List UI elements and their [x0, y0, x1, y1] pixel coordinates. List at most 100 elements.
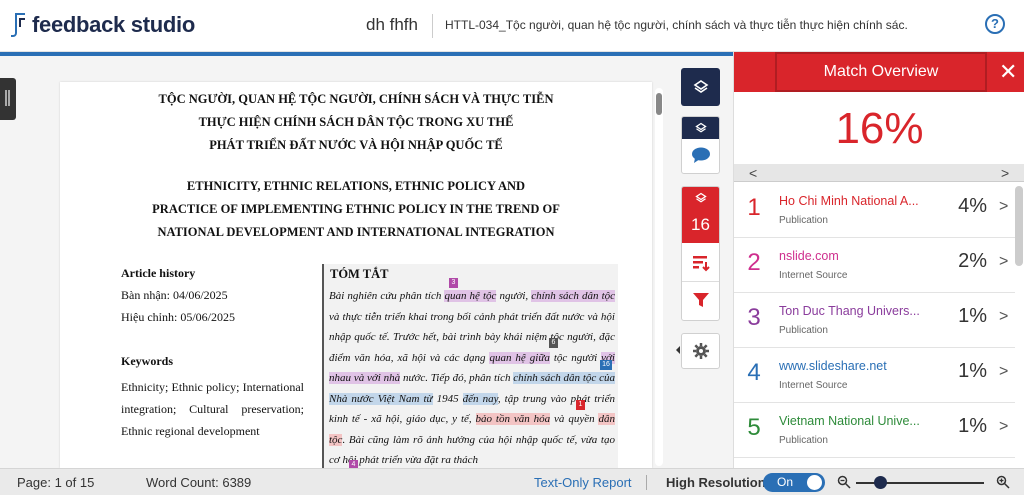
status-divider [646, 475, 647, 490]
match-item[interactable]: 2 nslide.com Internet Source 2% > [734, 238, 1015, 293]
match-overview-button[interactable]: Match Overview [775, 52, 987, 92]
app-name: feedback studio [32, 12, 195, 37]
title-line: TỘC NGƯỜI, QUAN HỆ TỘC NGƯỜI, CHÍNH SÁCH… [158, 92, 554, 106]
match-percent: 1% [958, 360, 987, 382]
help-icon[interactable]: ? [985, 14, 1005, 34]
highlighted-match-text[interactable]: bảo tồn văn hóa [475, 413, 551, 425]
document-title: HTTL-034_Tộc người, quan hệ tộc người, c… [445, 18, 907, 32]
english-title: ETHNICITY, ETHNIC RELATIONS, ETHNIC POLI… [60, 175, 652, 244]
panel-scrollbar[interactable] [1015, 186, 1023, 266]
match-source-name: Vietnam National Unive... [779, 414, 920, 428]
chevron-right-icon[interactable]: > [999, 198, 1008, 216]
match-percent: 1% [958, 415, 987, 437]
title-line: PHÁT TRIỂN ĐẤT NƯỚC VÀ HỘI NHẬP QUỐC TẾ [209, 138, 503, 152]
settings-tool-button[interactable] [681, 333, 720, 369]
highlighted-match-text[interactable]: quan hệ giữa [489, 351, 550, 364]
word-count: Word Count: 6389 [146, 475, 252, 490]
abstract-segment: Bài nghiên cứu phân tích [329, 290, 445, 302]
chevron-right-icon[interactable]: > [999, 253, 1008, 271]
layers-icon [693, 80, 708, 93]
chevron-right-icon[interactable]: > [999, 308, 1008, 326]
zoom-out-icon[interactable] [837, 475, 851, 489]
toggle-label: On [777, 475, 794, 489]
title-line: THỰC HIỆN CHÍNH SÁCH DÂN TỘC TRONG XU TH… [198, 115, 514, 129]
overall-similarity: 16% [835, 104, 924, 153]
title-line: NATIONAL DEVELOPMENT AND INTERNATIONAL I… [157, 225, 555, 239]
side-panel-toggle[interactable] [0, 78, 16, 120]
match-overview-panel: Match Overview ✕ 16% < > 1 Ho Chi Minh N… [733, 52, 1024, 468]
grip-icon [5, 90, 7, 106]
comment-icon[interactable] [691, 146, 711, 164]
chevron-right-icon[interactable]: > [999, 418, 1008, 436]
zoom-in-icon[interactable] [996, 475, 1010, 489]
match-item[interactable]: 1 Ho Chi Minh National A... Publication … [734, 183, 1015, 238]
match-source-name: nslide.com [779, 249, 839, 263]
chevron-left-icon[interactable]: < [749, 164, 757, 182]
received-date: Bàn nhận: 04/06/2025 [121, 288, 228, 302]
match-item[interactable]: 3 Ton Duc Thang Univers... Publication 1… [734, 293, 1015, 348]
match-percent: 4% [958, 195, 987, 217]
match-marker[interactable]: 3 [449, 278, 458, 288]
layers-tool-button[interactable] [681, 68, 720, 106]
feedback-layer-button[interactable] [682, 117, 719, 139]
vietnamese-title: TỘC NGƯỜI, QUAN HỆ TỘC NGƯỜI, CHÍNH SÁCH… [60, 88, 652, 157]
match-number: 1 [747, 194, 761, 221]
high-resolution-toggle[interactable]: On [763, 473, 825, 492]
revised-date: Hiệu chỉnh: 05/06/2025 [121, 310, 235, 324]
abstract-segment: tộc người [549, 351, 602, 364]
feedback-tool-group [681, 116, 720, 174]
match-source-type: Internet Source [779, 270, 848, 281]
abstract-segment: . Bài cũng làm rõ ảnh hưởng của hội nhập… [329, 433, 615, 467]
filter-icon[interactable] [692, 291, 710, 309]
match-number: 2 [747, 249, 761, 276]
abstract-segment: người, [496, 290, 532, 302]
layers-icon [694, 192, 707, 203]
toggle-knob [807, 475, 822, 490]
match-marker[interactable]: 16 [600, 360, 612, 370]
close-icon[interactable]: ✕ [999, 60, 1017, 84]
chevron-right-icon[interactable]: > [999, 363, 1008, 381]
caret-icon [676, 346, 680, 354]
match-count: 16 [691, 215, 710, 234]
scroll-thumb[interactable] [656, 93, 662, 115]
match-marker[interactable]: 4 [349, 460, 358, 468]
similarity-layer-button[interactable]: 16 [682, 187, 719, 243]
turnitin-logo-icon [11, 13, 25, 37]
match-item[interactable]: 4 www.slideshare.net Internet Source 1% … [734, 348, 1015, 403]
gear-icon [692, 343, 709, 359]
keywords-label: Keywords [121, 354, 173, 368]
keywords-text: Ethnicity; Ethnic policy; International … [121, 380, 304, 438]
title-line: ETHNICITY, ETHNIC RELATIONS, ETHNIC POLI… [186, 179, 526, 193]
app-logo[interactable]: feedback studio [10, 11, 195, 39]
top-bar: feedback studio dh fhfh HTTL-034_Tộc ngư… [0, 0, 1024, 52]
highlighted-match-text[interactable]: chính sách dân tộc [531, 290, 616, 302]
document-page: TỘC NGƯỜI, QUAN HỆ TỘC NGƯỜI, CHÍNH SÁCH… [60, 82, 652, 468]
abstract-text: Bài nghiên cứu phân tích quan hệ tộc ngư… [329, 286, 616, 468]
match-source-name: Ton Duc Thang Univers... [779, 304, 920, 318]
sort-icon[interactable] [691, 253, 711, 273]
chevron-right-icon[interactable]: > [1001, 164, 1009, 182]
text-only-report-link[interactable]: Text-Only Report [534, 475, 632, 490]
document-scrollbar[interactable] [655, 88, 663, 466]
article-history-label: Article history [121, 266, 196, 280]
highlighted-match-text[interactable]: quan hệ tộc [444, 290, 497, 302]
title-line: PRACTICE OF IMPLEMENTING ETHNIC POLICY I… [152, 202, 560, 216]
similarity-tool-group: 16 [681, 186, 720, 321]
match-nav-bar: < > [734, 164, 1024, 182]
abstract-segment: và quyền [550, 413, 599, 425]
match-marker[interactable]: 1 [576, 400, 585, 410]
match-marker[interactable]: 6 [549, 338, 558, 348]
feedback-studio-app: feedback studio dh fhfh HTTL-034_Tộc ngư… [0, 0, 1024, 495]
zoom-slider-handle[interactable] [874, 476, 887, 489]
panel-header: Match Overview ✕ 16% [734, 52, 1024, 164]
match-percent: 2% [958, 250, 987, 272]
status-bar: Page: 1 of 15 Word Count: 6389 Text-Only… [0, 468, 1024, 495]
page-indicator: Page: 1 of 15 [17, 475, 95, 490]
highlighted-match-text[interactable]: đến nay [462, 392, 498, 405]
match-source-name: www.slideshare.net [779, 359, 887, 373]
match-source-type: Publication [779, 435, 828, 446]
header-divider [432, 14, 433, 38]
match-source-type: Publication [779, 215, 828, 226]
match-item[interactable]: 5 Vietnam National Unive... Publication … [734, 403, 1015, 458]
match-source-type: Internet Source [779, 380, 848, 391]
